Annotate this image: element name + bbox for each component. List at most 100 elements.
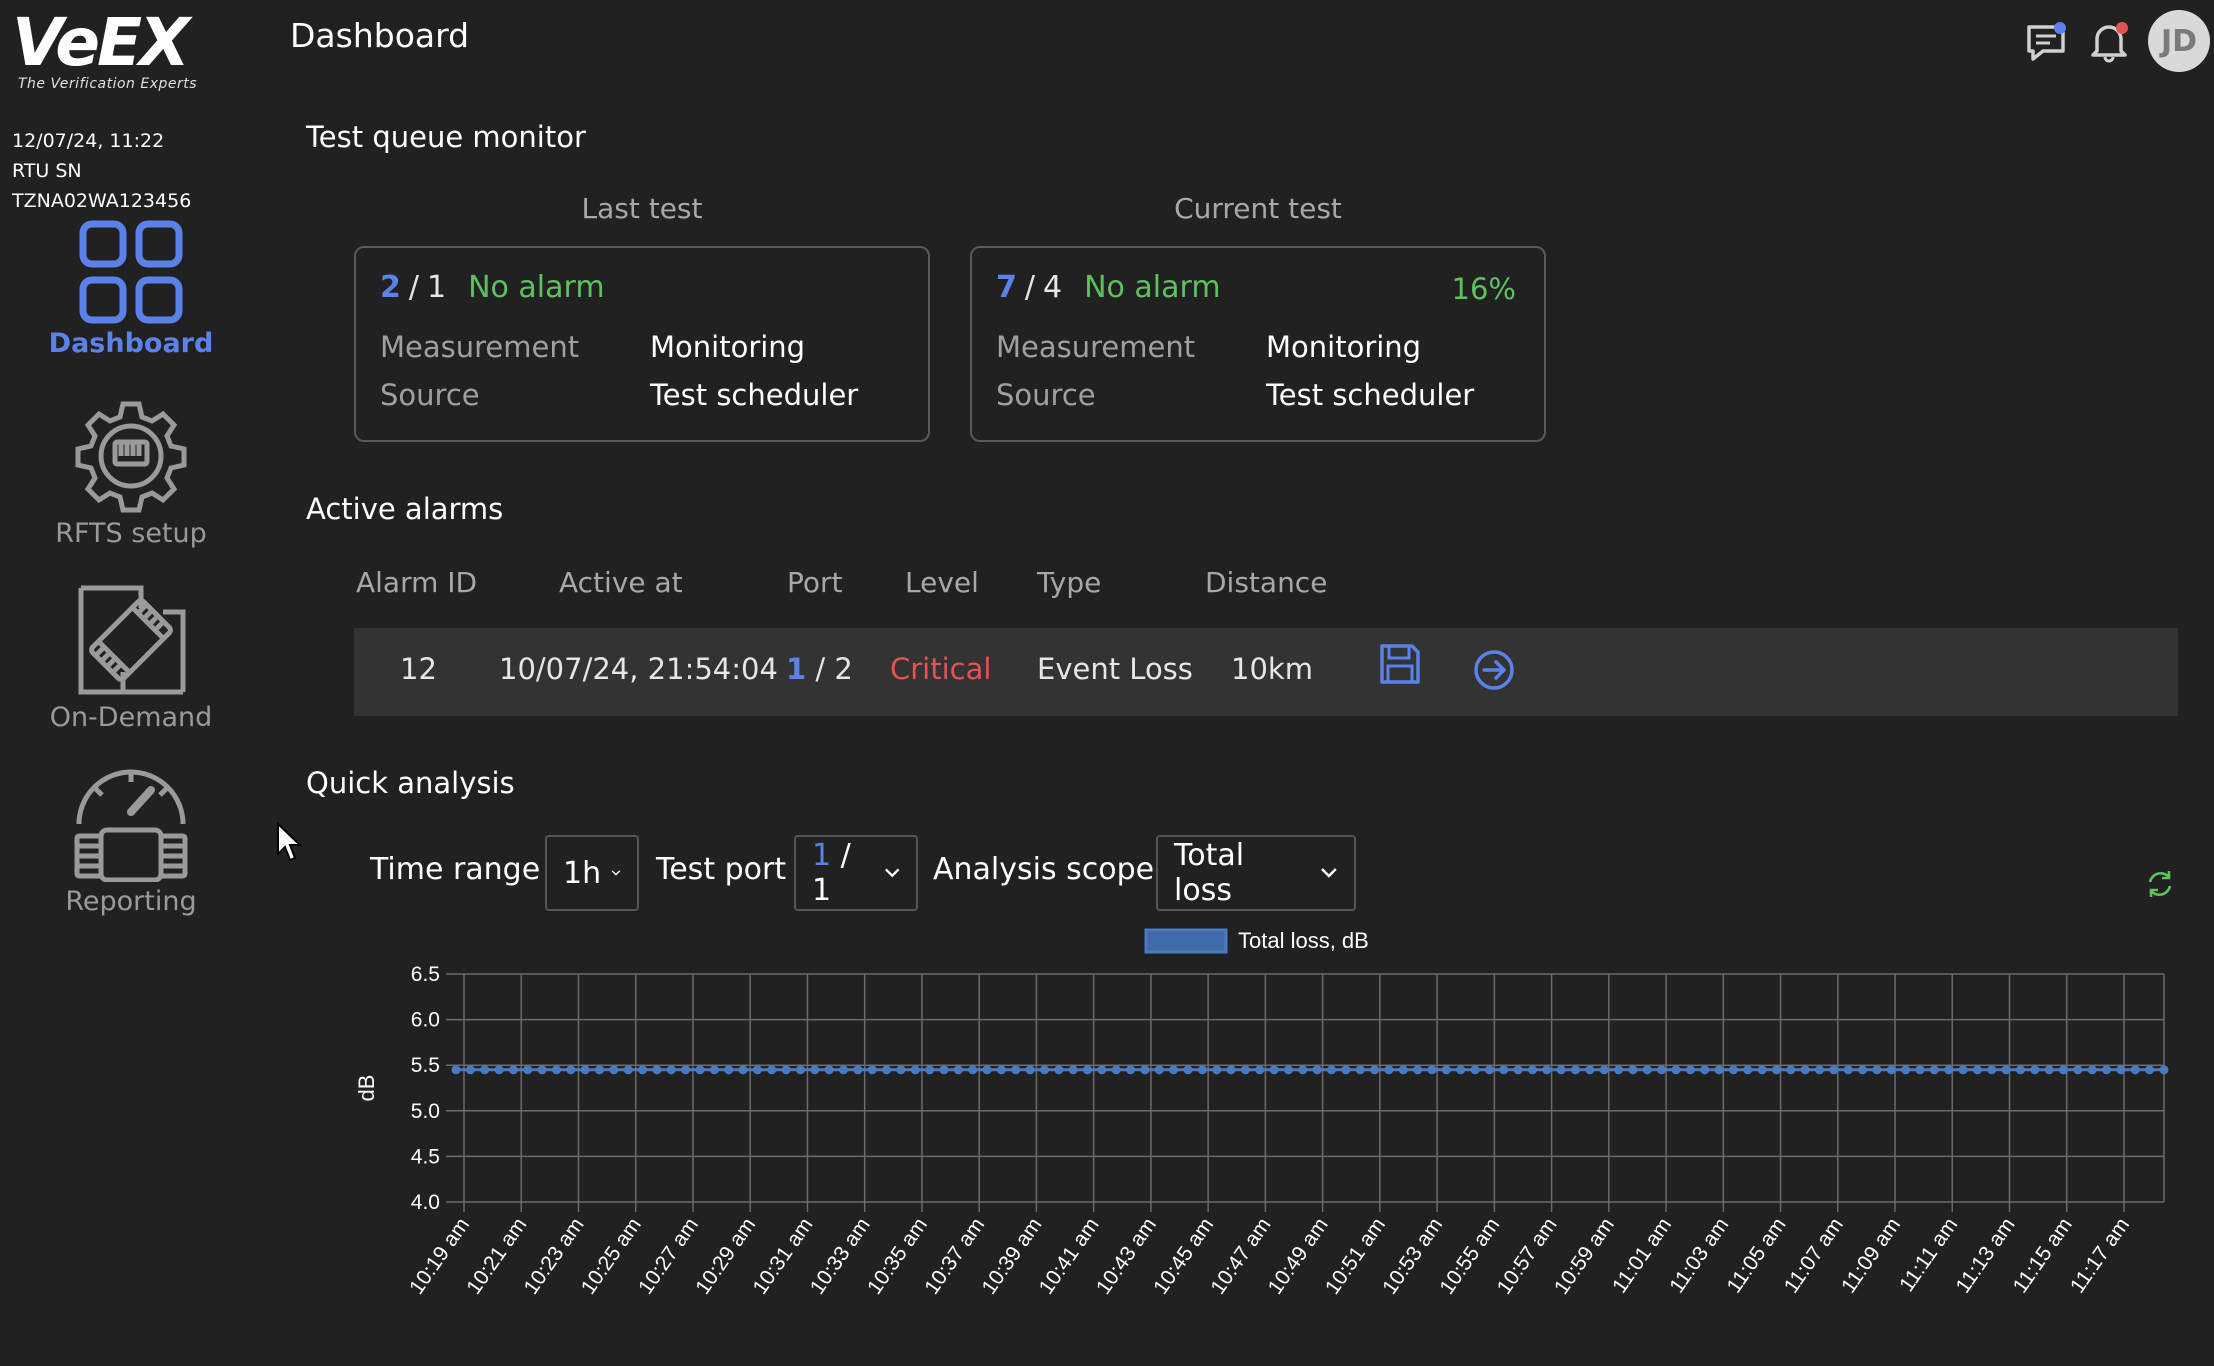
data-point (2073, 1065, 2083, 1075)
y-tick-label: 6.5 (411, 963, 440, 986)
measurement-value: Monitoring (650, 330, 806, 364)
data-point (839, 1065, 849, 1075)
data-point (1901, 1065, 1911, 1075)
data-point (1212, 1065, 1222, 1075)
data-point (551, 1065, 561, 1075)
data-point (824, 1065, 834, 1075)
sidebar-item-reporting[interactable]: Reporting (0, 766, 262, 917)
data-point (1958, 1065, 1968, 1075)
data-point (2102, 1065, 2112, 1075)
measurement-value: Monitoring (1266, 330, 1422, 364)
time-range-label: Time range (370, 852, 541, 887)
data-point (1169, 1065, 1179, 1075)
table-row[interactable]: 12 10/07/24, 21:54:04 1 / 2 Critical Eve… (354, 628, 2178, 716)
data-point (1097, 1065, 1107, 1075)
current-test-header: 7 / 4 No alarm (996, 270, 1221, 305)
data-point (2087, 1065, 2097, 1075)
data-point (595, 1065, 605, 1075)
data-point (996, 1065, 1006, 1075)
current-test-heading: Current test (1174, 192, 1342, 225)
data-point (724, 1065, 734, 1075)
x-tick-label: 11:09 am (1837, 1214, 1905, 1298)
data-point (2059, 1065, 2069, 1075)
messages-button[interactable] (2024, 18, 2070, 64)
data-point (609, 1065, 619, 1075)
data-point (709, 1065, 719, 1075)
data-point (494, 1065, 504, 1075)
data-point (738, 1065, 748, 1075)
data-point (508, 1065, 518, 1075)
legend-label: Total loss, dB (1238, 928, 1369, 953)
data-point (1786, 1065, 1796, 1075)
data-point (982, 1065, 992, 1075)
data-point (1728, 1065, 1738, 1075)
data-point (853, 1065, 863, 1075)
data-point (1771, 1065, 1781, 1075)
y-tick-label: 6.0 (411, 1009, 440, 1032)
y-tick-label: 5.0 (411, 1100, 440, 1123)
y-tick-label: 5.5 (411, 1054, 440, 1077)
data-point (1843, 1065, 1853, 1075)
data-point (1657, 1065, 1667, 1075)
data-point (1398, 1065, 1408, 1075)
last-test-source: Source Test scheduler (380, 378, 858, 412)
data-point (1283, 1065, 1293, 1075)
data-point (767, 1065, 777, 1075)
data-point (1154, 1065, 1164, 1075)
alarm-port: 1 / 2 (786, 652, 853, 686)
time-range-select[interactable]: 1h (545, 835, 639, 911)
separator: / (840, 838, 851, 873)
legend-swatch (1144, 928, 1228, 954)
test-queue-title: Test queue monitor (306, 120, 586, 154)
data-point (1858, 1065, 1868, 1075)
y-axis-label: dB (354, 1075, 379, 1102)
chevron-down-icon (1321, 868, 1337, 878)
separator: / (815, 652, 826, 686)
data-point (968, 1065, 978, 1075)
gear-icon (75, 401, 187, 513)
test-port-select[interactable]: 1 / 1 (794, 835, 918, 911)
data-point (1298, 1065, 1308, 1075)
mouse-cursor-icon (277, 822, 303, 862)
data-point (752, 1065, 762, 1075)
y-tick-label: 4.5 (411, 1145, 440, 1168)
sidebar-item-rfts-setup[interactable]: RFTS setup (0, 398, 262, 549)
data-point (1714, 1065, 1724, 1075)
data-point (925, 1065, 935, 1075)
data-point (638, 1065, 648, 1075)
data-point (2145, 1065, 2155, 1075)
data-point (1083, 1065, 1093, 1075)
refresh-icon[interactable] (2144, 868, 2176, 900)
current-test-source: Source Test scheduler (996, 378, 1474, 412)
sidebar-item-label: RFTS setup (55, 518, 207, 549)
sidebar-item-on-demand[interactable]: On-Demand (0, 582, 262, 733)
data-point (1456, 1065, 1466, 1075)
data-point (1226, 1065, 1236, 1075)
data-point (1470, 1065, 1480, 1075)
data-point (1355, 1065, 1365, 1075)
sidebar-item-dashboard[interactable]: Dashboard (0, 220, 262, 359)
messages-notification-dot (2054, 22, 2066, 34)
data-point (1542, 1065, 1552, 1075)
data-point (1025, 1065, 1035, 1075)
page-title: Dashboard (290, 16, 470, 55)
save-icon[interactable] (1378, 642, 1422, 686)
measurement-label: Measurement (996, 330, 1196, 364)
data-point (1872, 1065, 1882, 1075)
user-avatar[interactable]: JD (2148, 10, 2210, 72)
data-point (1312, 1065, 1322, 1075)
data-point (1240, 1065, 1250, 1075)
current-test-card: 7 / 4 No alarm 16% Measurement Monitorin… (970, 246, 1546, 442)
notifications-button[interactable] (2086, 18, 2132, 64)
data-point (1929, 1065, 1939, 1075)
go-to-alarm-icon[interactable] (1472, 648, 1516, 692)
data-point (1685, 1065, 1695, 1075)
data-point (1011, 1065, 1021, 1075)
data-point (1327, 1065, 1337, 1075)
data-point (896, 1065, 906, 1075)
last-test-card: 2 / 1 No alarm Measurement Monitoring So… (354, 246, 930, 442)
notifications-dot (2116, 22, 2128, 34)
data-point (1140, 1065, 1150, 1075)
analysis-scope-select[interactable]: Total loss (1156, 835, 1356, 911)
data-point (1886, 1065, 1896, 1075)
